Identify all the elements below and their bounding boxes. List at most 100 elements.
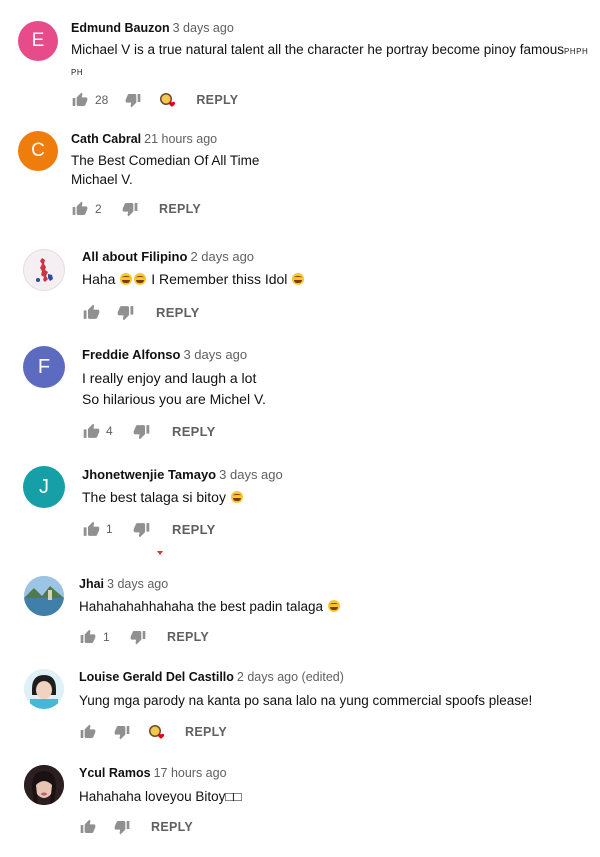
comment-text: The best talaga si bitoy	[82, 488, 244, 507]
avatar[interactable]: F	[23, 346, 65, 388]
thumbs-up-icon[interactable]	[82, 520, 100, 538]
laughing-emoji-icon	[292, 273, 305, 285]
action-toolbar: REPLY	[82, 302, 200, 322]
thumbs-up-icon[interactable]	[82, 422, 100, 440]
timestamp[interactable]: 3 days ago	[183, 347, 247, 362]
timestamp[interactable]: 3 days ago	[219, 467, 283, 482]
action-toolbar: 4 REPLY	[82, 421, 216, 441]
author-name[interactable]: Edmund Bauzon	[71, 21, 170, 35]
person-photo-icon	[24, 765, 64, 805]
like-count: 1	[103, 630, 110, 644]
action-toolbar: 2 REPLY	[71, 199, 201, 219]
comment-text-line: I really enjoy and laugh a lot	[82, 370, 257, 386]
avatar[interactable]: J	[23, 466, 65, 508]
avatar[interactable]: E	[18, 21, 58, 61]
comment-text-line: PH	[71, 68, 84, 77]
avatar[interactable]	[24, 576, 64, 616]
like-count: 28	[95, 93, 109, 107]
timestamp[interactable]: 3 days ago	[173, 21, 234, 35]
like-count: 4	[106, 424, 113, 438]
reply-button[interactable]: REPLY	[159, 202, 201, 216]
thumbs-down-icon[interactable]	[121, 200, 139, 218]
comment-header: Louise Gerald Del Castillo 2 days ago (ed…	[79, 670, 344, 684]
comment-header: Cath Cabral 21 hours ago	[71, 132, 217, 146]
comment-text-segment: I Remember thiss Idol	[151, 271, 288, 287]
comment-text-line: Yung mga parody na kanta po sana lalo na…	[79, 693, 533, 708]
author-name[interactable]: Jhonetwenjie Tamayo	[82, 467, 216, 482]
thumbs-up-icon[interactable]	[71, 200, 89, 218]
thumbs-down-icon[interactable]	[116, 303, 134, 321]
action-toolbar: 1 REPLY	[79, 627, 209, 647]
thumbs-down-icon[interactable]	[132, 520, 150, 538]
comment-text-segment: Haha	[82, 271, 116, 287]
comment-text: Yung mga parody na kanta po sana lalo na…	[79, 691, 532, 710]
comment-header: Jhai 3 days ago	[79, 577, 168, 591]
like-count: 1	[106, 522, 113, 536]
thumbs-up-icon[interactable]	[79, 818, 97, 836]
laughing-emoji-icon	[230, 491, 243, 503]
author-name[interactable]: Freddie Alfonso	[82, 347, 180, 362]
reply-button[interactable]: REPLY	[167, 630, 209, 644]
thumbs-down-icon[interactable]	[124, 91, 142, 109]
comment-header: All about Filipino 2 days ago	[82, 249, 254, 264]
comment-text: Hahahahahhahaha the best padin talaga	[79, 597, 341, 616]
comment-text-line: Michael V is a true natural talent all t…	[71, 42, 565, 57]
timestamp[interactable]: 17 hours ago	[154, 766, 227, 780]
thumbs-up-icon[interactable]	[71, 91, 89, 109]
comment-header: Ycul Ramos 17 hours ago	[79, 766, 227, 780]
avatar[interactable]	[23, 249, 65, 291]
reply-button[interactable]: REPLY	[172, 522, 216, 537]
comment-text-line: So hilarious you are Michel V.	[82, 391, 266, 407]
timestamp[interactable]: 2 days ago (edited)	[237, 670, 344, 684]
thumbs-down-icon[interactable]	[132, 422, 150, 440]
comment-text: Haha I Remember thiss Idol	[82, 270, 305, 289]
thumbs-down-icon[interactable]	[113, 723, 131, 741]
comment-text: The Best Comedian Of All Time Michael V.	[71, 151, 259, 189]
thumbs-up-icon[interactable]	[79, 723, 97, 741]
thumbs-up-icon[interactable]	[82, 303, 100, 321]
action-toolbar: REPLY	[79, 817, 193, 837]
comment-text: Michael V is a true natural talent all t…	[71, 40, 588, 82]
action-toolbar: 28 REPLY	[71, 90, 238, 110]
reply-button[interactable]: REPLY	[156, 305, 200, 320]
comment-text-line: Michael V.	[71, 172, 133, 187]
comment-text-line: The best talaga si bitoy	[82, 489, 226, 505]
reply-button[interactable]: REPLY	[151, 820, 193, 834]
comment-text-tail: PHPH	[564, 47, 589, 56]
landscape-photo-icon	[24, 576, 64, 616]
laughing-emoji-icon	[327, 600, 340, 612]
reply-button[interactable]: REPLY	[172, 424, 216, 439]
creator-heart-icon	[147, 723, 165, 741]
comment-text: Hahahaha loveyou Bitoy□□	[79, 787, 242, 806]
separator-marker	[157, 551, 163, 555]
comment-text-line: Hahahaha loveyou Bitoy□□	[79, 789, 242, 804]
reply-button[interactable]: REPLY	[196, 93, 238, 107]
comment-text: I really enjoy and laugh a lot So hilari…	[82, 368, 266, 410]
author-name[interactable]: Ycul Ramos	[79, 766, 151, 780]
creator-heart-icon	[158, 91, 176, 109]
thumbs-down-icon[interactable]	[129, 628, 147, 646]
comment-header: Edmund Bauzon 3 days ago	[71, 21, 234, 35]
author-name[interactable]: Cath Cabral	[71, 132, 141, 146]
action-toolbar: REPLY	[79, 722, 227, 742]
avatar[interactable]	[24, 669, 64, 709]
author-name[interactable]: Jhai	[79, 577, 104, 591]
avatar[interactable]	[24, 765, 64, 805]
like-count: 2	[95, 202, 102, 216]
comment-header: Jhonetwenjie Tamayo 3 days ago	[82, 467, 283, 482]
comment-text-line: The Best Comedian Of All Time	[71, 153, 260, 168]
avatar[interactable]: C	[18, 131, 58, 171]
thumbs-up-icon[interactable]	[79, 628, 97, 646]
laughing-emoji-icon	[134, 273, 147, 285]
author-name[interactable]: All about Filipino	[82, 249, 187, 264]
timestamp[interactable]: 3 days ago	[107, 577, 168, 591]
comment-text-line: Hahahahahhahaha the best padin talaga	[79, 599, 323, 614]
author-name[interactable]: Louise Gerald Del Castillo	[79, 670, 234, 684]
action-toolbar: 1 REPLY	[82, 519, 216, 539]
reply-button[interactable]: REPLY	[185, 725, 227, 739]
timestamp[interactable]: 2 days ago	[190, 249, 254, 264]
timestamp[interactable]: 21 hours ago	[144, 132, 217, 146]
thumbs-down-icon[interactable]	[113, 818, 131, 836]
comment-header: Freddie Alfonso 3 days ago	[82, 347, 247, 362]
person-photo-icon	[24, 669, 64, 709]
